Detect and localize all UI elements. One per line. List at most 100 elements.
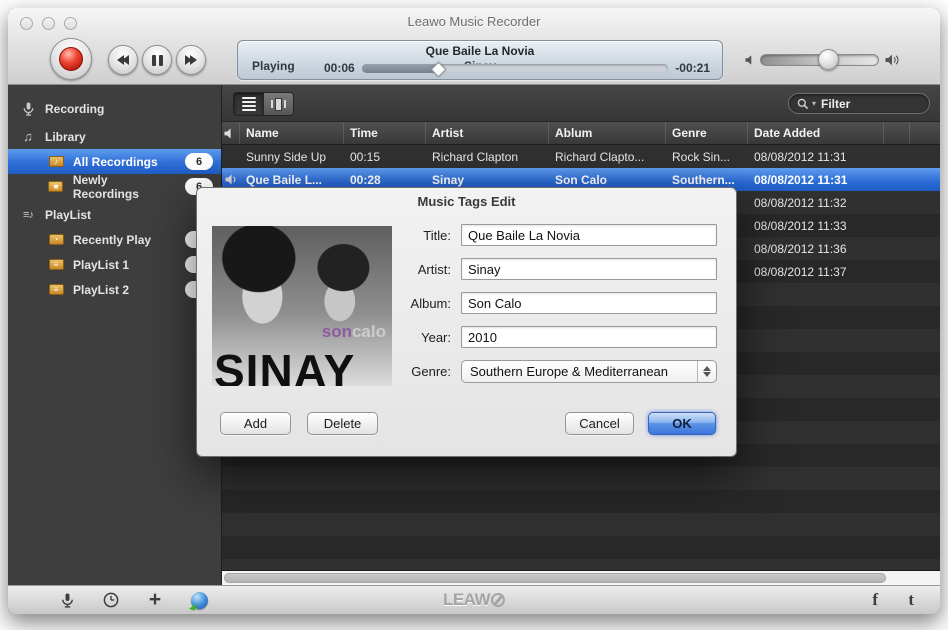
dialog-title: Music Tags Edit: [197, 194, 736, 209]
sidebar-item-label: Recently Play: [73, 233, 151, 247]
cell-date_added: 08/08/2012 11:36: [748, 242, 884, 256]
sidebar-section-library[interactable]: ♫Library: [8, 124, 221, 149]
field-row-title: Title:: [357, 224, 717, 246]
leawo-logo: LEAW: [8, 586, 940, 614]
table-row-empty: [222, 513, 940, 536]
cell-album: Son Calo: [549, 173, 666, 187]
cancel-button[interactable]: Cancel: [565, 412, 634, 435]
cell-date_added: 08/08/2012 11:37: [748, 265, 884, 279]
sidebar: Recording♫Library♪All Recordings6★Newly …: [8, 85, 222, 585]
year-input[interactable]: [461, 326, 717, 348]
facebook-icon[interactable]: f: [872, 586, 878, 614]
elapsed-time: 00:06: [324, 62, 355, 75]
sidebar-item-recently-play[interactable]: ◔Recently Play: [8, 227, 221, 252]
horizontal-scrollbar[interactable]: [222, 570, 940, 585]
list-toolbar: ▾: [222, 85, 940, 122]
progress-fill: [362, 64, 439, 73]
table-row[interactable]: Sunny Side Up00:15Richard ClaptonRichard…: [222, 145, 940, 168]
table-row-empty: [222, 536, 940, 559]
title-input[interactable]: [461, 224, 717, 246]
table-header: NameTimeArtistAblumGenreDate Added: [222, 122, 940, 145]
search-scope-arrow-icon[interactable]: ▾: [812, 99, 816, 108]
volume-low-icon: [745, 55, 754, 65]
volume-knob[interactable]: [818, 49, 839, 70]
album-art-artist-text: SINAY: [214, 348, 355, 386]
cell-date_added: 08/08/2012 11:31: [748, 173, 884, 187]
sidebar-item-playlist-2[interactable]: ≡ PlayList 2: [8, 277, 221, 302]
genre-value: Southern Europe & Mediterranean: [470, 364, 668, 379]
cell-date_added: 08/08/2012 11:31: [748, 150, 884, 164]
sidebar-item-label: PlayList 2: [73, 283, 129, 297]
playing-speaker-icon: [222, 174, 240, 185]
album-input[interactable]: [461, 292, 717, 314]
field-row-album: Album:: [357, 292, 717, 314]
remaining-time: -00:21: [675, 62, 710, 75]
field-row-artist: Artist:: [357, 258, 717, 280]
column-header-name[interactable]: Name: [240, 122, 344, 144]
sidebar-item-label: Newly Recordings: [73, 173, 176, 201]
rewind-button[interactable]: [108, 45, 138, 75]
microphone-icon: [20, 102, 36, 116]
list-view-button[interactable]: [234, 93, 263, 115]
sidebar-item-playlist-1[interactable]: ≡PlayList 1: [8, 252, 221, 277]
cell-name: Sunny Side Up: [240, 150, 344, 164]
cell-time: 00:15: [344, 150, 426, 164]
pause-button[interactable]: [142, 45, 172, 75]
scrollbar-thumb[interactable]: [224, 573, 886, 583]
field-label: Genre:: [357, 364, 461, 379]
coverflow-view-button[interactable]: [263, 93, 293, 115]
folder-music-icon: ♪: [48, 156, 64, 167]
playlist-icon: ≡♪: [20, 209, 36, 221]
ok-button[interactable]: OK: [648, 412, 716, 435]
column-header-date-added[interactable]: Date Added: [748, 122, 884, 144]
artist-input[interactable]: [461, 258, 717, 280]
delete-artwork-button[interactable]: Delete: [307, 412, 378, 435]
app-window: Leawo Music Recorder Que Baile La Novia …: [8, 8, 940, 614]
column-header-genre[interactable]: Genre: [666, 122, 748, 144]
record-button[interactable]: [50, 38, 92, 80]
volume-slider[interactable]: [760, 54, 879, 66]
folder-list-icon: ≡: [48, 259, 64, 270]
field-label: Title:: [357, 228, 461, 243]
twitter-icon[interactable]: t: [908, 586, 914, 614]
sidebar-section-playlist[interactable]: ≡♪PlayList: [8, 202, 221, 227]
progress-bar[interactable]: [362, 64, 669, 73]
table-row-empty: [222, 559, 940, 570]
column-header-blank[interactable]: [884, 122, 910, 144]
fast-forward-button[interactable]: [176, 45, 206, 75]
volume-control: [745, 49, 900, 71]
field-row-year: Year:: [357, 326, 717, 348]
column-header-rest: [910, 122, 940, 144]
add-artwork-button[interactable]: Add: [220, 412, 291, 435]
volume-high-icon: [885, 54, 900, 66]
sidebar-item-newly-recordings[interactable]: ★Newly Recordings6: [8, 174, 221, 199]
genre-select[interactable]: Southern Europe & Mediterranean: [461, 360, 717, 383]
sidebar-section-recording[interactable]: Recording: [8, 96, 221, 121]
stepper-arrows-icon[interactable]: [697, 361, 716, 382]
cell-date_added: 08/08/2012 11:32: [748, 196, 884, 210]
bottom-toolbar: + LEAW f t: [8, 585, 940, 614]
cell-genre: Southern...: [666, 173, 748, 187]
folder-list-icon: ≡: [48, 284, 64, 295]
window-title: Leawo Music Recorder: [8, 14, 940, 29]
filter-input[interactable]: [819, 96, 921, 112]
filter-field[interactable]: ▾: [788, 93, 930, 114]
field-label: Album:: [357, 296, 461, 311]
coverflow-view-icon: [271, 98, 286, 111]
album-art-overlay-son: son: [322, 322, 352, 342]
music-notes-icon: ♫: [20, 129, 36, 144]
folder-star-icon: ★: [48, 181, 64, 192]
table-row-empty: [222, 467, 940, 490]
sidebar-item-label: All Recordings: [73, 155, 158, 169]
speaker-column-header[interactable]: [222, 122, 240, 144]
field-label: Artist:: [357, 262, 461, 277]
sidebar-item-all-recordings[interactable]: ♪All Recordings6: [8, 149, 221, 174]
fast-forward-icon: [186, 55, 196, 65]
cell-genre: Rock Sin...: [666, 150, 748, 164]
now-playing-title: Que Baile La Novia: [238, 44, 722, 58]
column-header-artist[interactable]: Artist: [426, 122, 549, 144]
tag-fields: Title: Artist: Album: Year: Genre: Southern E…: [357, 224, 717, 394]
column-header-time[interactable]: Time: [344, 122, 426, 144]
column-header-ablum[interactable]: Ablum: [549, 122, 666, 144]
cell-time: 00:28: [344, 173, 426, 187]
